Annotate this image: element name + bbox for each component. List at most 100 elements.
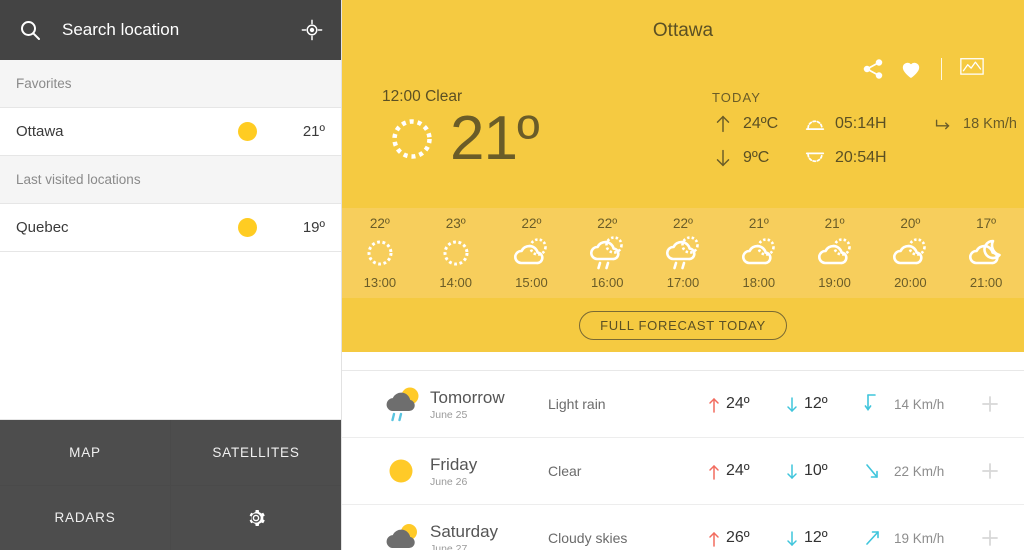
today-sunrise: 05:14H	[804, 113, 932, 135]
list-item-ottawa[interactable]: Ottawa 21º	[0, 108, 341, 156]
nav-button-settings[interactable]	[171, 485, 341, 550]
panel-gap	[342, 352, 1024, 370]
hourly-temp: 22º	[369, 216, 390, 231]
arrow-down-icon	[786, 396, 798, 412]
hourly-forecast-strip: 22º 13:00 23º 14:00 22º 15:00 22º 16:00 …	[342, 208, 1024, 298]
list-item-quebec[interactable]: Quebec 19º	[0, 204, 341, 252]
day-condition: Clear	[548, 463, 582, 479]
sun-cloud-icon	[509, 233, 553, 273]
wind-down-left-icon	[866, 464, 878, 478]
search-bar[interactable]	[0, 0, 341, 60]
plus-icon[interactable]	[970, 461, 1010, 481]
day-label: Saturday	[430, 521, 499, 541]
day-high-value: 26º	[726, 529, 750, 546]
hourly-item[interactable]: 23º 14:00	[418, 216, 494, 290]
day-condition: Cloudy skies	[548, 530, 628, 546]
day-name-block: Saturday June 27	[430, 522, 548, 550]
today-sunset: 20:54H	[804, 147, 932, 169]
location-temp: 19º	[302, 219, 325, 236]
day-name-block: Friday June 26	[430, 455, 548, 488]
last-visited-label: Last visited locations	[16, 172, 141, 187]
hourly-item[interactable]: 17º 21:00	[948, 216, 1024, 290]
full-forecast-button[interactable]: FULL FORECAST TODAY	[579, 310, 787, 340]
hourly-item[interactable]: 22º 15:00	[494, 216, 570, 290]
current-temperature: 21º	[450, 104, 540, 173]
today-summary: TODAY 24ºC 9ºC 05:14H 20:54H 18 Km/h	[712, 86, 1024, 208]
day-date: June 26	[430, 475, 468, 488]
wind-down-hook-icon	[864, 394, 876, 411]
hero-section: Ottawa 12:00 Clear 21º TODAY 24ºC 9ºC 05…	[342, 0, 1024, 208]
sun-cloud-icon	[813, 233, 857, 273]
hourly-hour: 21:00	[969, 275, 1003, 290]
day-high-value: 24º	[726, 395, 750, 412]
day-date: June 25	[430, 408, 468, 421]
today-low-value: 9ºC	[743, 149, 770, 166]
day-low-value: 10º	[804, 462, 828, 479]
hourly-hour: 17:00	[666, 275, 700, 290]
arrow-down-icon	[786, 463, 798, 479]
hourly-hour: 20:00	[894, 275, 927, 290]
sun-icon	[382, 109, 442, 169]
nav-label-map: MAP	[69, 444, 101, 460]
hourly-temp: 22º	[673, 216, 693, 231]
wind-up-right-icon	[866, 531, 879, 545]
hourly-item[interactable]: 22º 16:00	[569, 216, 645, 290]
main-panel: Ottawa 12:00 Clear 21º TODAY 24ºC 9ºC 05…	[342, 0, 1024, 550]
rain-sun-cloud-icon	[376, 384, 430, 424]
nav-label-satellites: SATELLITES	[212, 444, 300, 460]
day-wind-value: 14 Km/h	[894, 396, 945, 412]
day-low-value: 12º	[804, 529, 828, 546]
share-icon[interactable]	[861, 57, 885, 81]
day-date: June 27	[430, 542, 468, 550]
hourly-item[interactable]: 22º 13:00	[342, 216, 418, 290]
day-low: 12º	[786, 529, 864, 547]
chart-icon[interactable]	[960, 57, 984, 81]
hourly-temp: 23º	[445, 216, 466, 231]
location-name: Ottawa	[16, 123, 64, 140]
today-wind-value: 18 Km/h	[963, 116, 1017, 132]
search-icon	[18, 18, 42, 42]
plus-icon[interactable]	[970, 394, 1010, 414]
today-sunrise-value: 05:14H	[835, 115, 887, 132]
sun-icon	[434, 233, 478, 273]
heart-icon[interactable]	[899, 57, 923, 81]
hourly-hour: 19:00	[818, 275, 851, 290]
gps-target-icon[interactable]	[301, 19, 323, 41]
favorites-label: Favorites	[16, 76, 72, 91]
nav-button-radars[interactable]: RADARS	[0, 485, 170, 550]
sun-cloud-icon	[737, 233, 781, 273]
arrow-up-icon	[708, 464, 720, 480]
day-low: 12º	[786, 395, 864, 413]
today-label: TODAY	[712, 90, 762, 105]
table-row[interactable]: Tomorrow June 25 Light rain 24º 12º 14 K…	[342, 371, 1024, 438]
sidebar-nav: MAP SATELLITES RADARS	[0, 420, 341, 550]
arrow-up-icon	[712, 113, 734, 135]
hourly-temp: 17º	[976, 216, 997, 231]
sidebar: Favorites Ottawa 21º Last visited locati…	[0, 0, 342, 550]
hourly-temp: 22º	[521, 216, 542, 231]
nav-button-satellites[interactable]: SATELLITES	[171, 420, 341, 485]
page-title: Ottawa	[652, 20, 714, 41]
hourly-item[interactable]: 22º 17:00	[645, 216, 721, 290]
day-wind: 22 Km/h	[864, 459, 970, 483]
day-high: 24º	[708, 395, 786, 413]
hourly-item[interactable]: 20º 20:00	[872, 216, 948, 290]
location-temp: 21º	[302, 123, 325, 140]
today-high-value: 24ºC	[743, 115, 779, 132]
cta-band: FULL FORECAST TODAY	[342, 298, 1024, 352]
arrow-down-icon	[786, 530, 798, 546]
arrow-up-icon	[708, 531, 720, 547]
hero-body: 12:00 Clear 21º TODAY 24ºC 9ºC 05:14H 20…	[342, 86, 1024, 208]
rain-cloud-icon	[585, 233, 629, 273]
hourly-item[interactable]: 21º 19:00	[797, 216, 873, 290]
action-divider	[941, 58, 942, 80]
sun-icon	[227, 122, 267, 141]
plus-icon[interactable]	[970, 528, 1010, 548]
nav-button-map[interactable]: MAP	[0, 420, 170, 485]
hourly-item[interactable]: 21º 18:00	[721, 216, 797, 290]
day-condition: Light rain	[548, 396, 606, 412]
search-input[interactable]	[62, 20, 301, 40]
table-row[interactable]: Friday June 26 Clear 24º 10º 22 Km/h	[342, 438, 1024, 505]
sun-icon	[358, 233, 402, 273]
table-row[interactable]: Saturday June 27 Cloudy skies 26º 12º 19…	[342, 505, 1024, 550]
